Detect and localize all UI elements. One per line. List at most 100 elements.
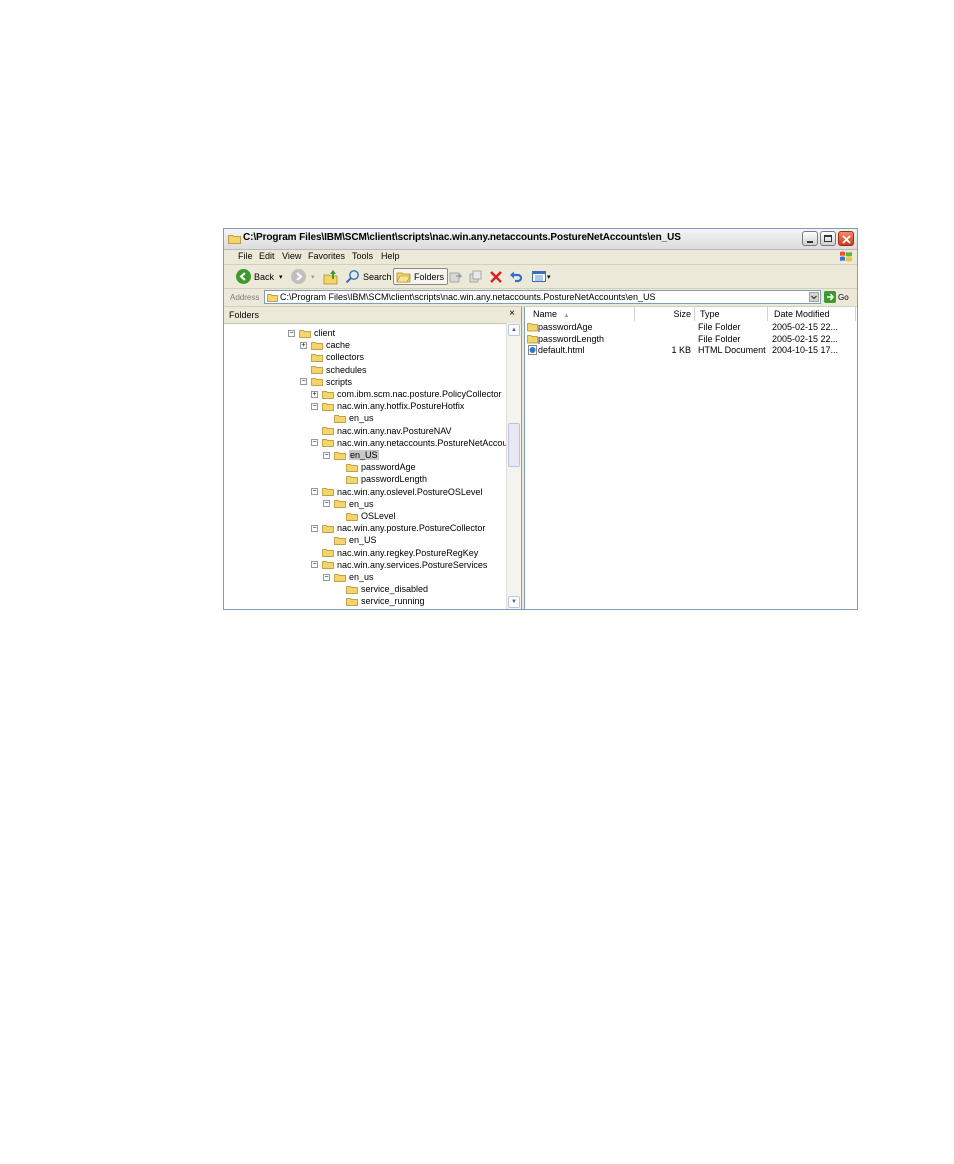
tree-item-label: client [314,328,336,338]
tree-item[interactable]: OSLevel [335,510,396,522]
tree-item[interactable]: passwordLength [335,473,427,485]
menu-file[interactable]: File [238,251,253,261]
address-dropdown-button[interactable] [809,292,819,302]
collapse-icon[interactable]: − [311,524,318,532]
close-button[interactable] [838,231,854,246]
back-dropdown-icon[interactable]: ▾ [279,273,283,281]
tree-item[interactable]: + com.ibm.scm.nac.posture.PolicyCollector [311,388,502,400]
folder-icon [322,549,334,557]
file-row[interactable]: passwordAge File Folder 2005-02-15 22... [525,322,857,333]
file-row[interactable]: passwordLength File Folder 2005-02-15 22..… [525,334,857,345]
tree-item[interactable]: − nac.win.any.services.PostureServices [311,559,487,571]
tree-item-label: en_us [349,413,374,424]
address-input[interactable]: C:\Program Files\IBM\SCM\client\scripts\… [264,290,821,304]
tree-item[interactable]: collectors [300,351,364,363]
expand-icon[interactable]: + [300,341,307,349]
undo-button[interactable] [509,268,523,285]
tree-item[interactable]: service_disabled [335,583,428,595]
tree-item[interactable]: − nac.win.any.hotfix.PostureHotfix [311,400,464,412]
folder-icon [527,334,538,343]
minimize-button[interactable] [802,231,818,246]
file-name: default.html [538,345,585,355]
tree-item[interactable]: − en_us [323,571,374,583]
folder-icon [322,524,334,533]
tree-item[interactable]: en_US [323,534,377,546]
tree-item-label: nac.win.any.nav.PostureNAV [337,425,452,436]
back-button[interactable]: Back ▾ [236,268,283,285]
maximize-icon [824,235,832,242]
tree-item[interactable]: − en_us [323,498,374,510]
collapse-icon[interactable]: − [311,561,318,569]
tree-item-label: nac.win.any.regkey.PostureRegKey [337,547,479,558]
up-folder-button[interactable] [323,268,339,285]
menu-tools[interactable]: Tools [352,251,373,261]
folder-icon [527,323,538,332]
maximize-button[interactable] [820,231,836,246]
go-button[interactable]: Go [824,291,849,303]
tree-item[interactable]: − en_US [323,449,379,461]
tree-item[interactable]: − scripts [300,376,352,388]
close-icon [842,235,851,244]
menu-bar: File Edit View Favorites Tools Help [224,249,857,265]
tree-item[interactable]: service_running [335,595,425,607]
menu-edit[interactable]: Edit [259,251,275,261]
tree-item[interactable]: − nac.win.any.oslevel.PostureOSLevel [311,486,482,498]
tree-item[interactable]: − nac.win.any.netaccounts.PostureNetAccou… [311,437,519,449]
tree-item[interactable]: + cache [300,339,350,351]
title-bar[interactable]: C:\Program Files\IBM\SCM\client\scripts\… [224,229,857,250]
tree-item[interactable]: − client [288,327,335,339]
folder-icon [346,512,358,521]
forward-dropdown-icon[interactable]: ▾ [311,273,315,281]
collapse-icon[interactable]: − [311,402,318,410]
tree-item-label: OSLevel [361,511,396,521]
scroll-thumb[interactable] [508,423,520,467]
sort-ascending-icon: ▲ [563,313,570,319]
collapse-icon[interactable]: − [311,488,318,496]
copy-to-button[interactable] [469,268,483,285]
tree-item[interactable]: passwordAge [335,461,416,473]
search-button[interactable]: Search [345,268,392,285]
tree-item[interactable]: nac.win.any.regkey.PostureRegKey [311,547,478,559]
forward-button[interactable]: ▾ [291,268,315,285]
collapse-icon[interactable]: − [288,329,295,337]
file-type: File Folder [698,322,741,332]
collapse-icon[interactable]: − [323,500,330,508]
column-name-label: Name [533,309,558,319]
menu-favorites[interactable]: Favorites [308,251,345,261]
menu-view[interactable]: View [282,251,301,261]
tree-item-label: com.ibm.scm.nac.posture.PolicyCollector [337,389,502,399]
tree-item[interactable]: nac.win.any.nav.PostureNAV [311,425,452,437]
folder-icon [311,341,323,350]
file-date-modified: 2005-02-15 22... [772,333,839,344]
collapse-icon[interactable]: − [323,451,330,459]
file-date-modified: 2004-10-15 17... [772,345,839,355]
move-to-icon [449,272,463,282]
tree-item[interactable]: schedules [300,364,367,376]
folders-button[interactable]: Folders [393,268,449,285]
column-header-name[interactable]: Name ▲ [525,307,635,321]
tree-item[interactable]: en_us [323,412,374,424]
tree-item-label: scripts [326,376,353,387]
delete-button[interactable] [489,268,503,285]
folders-pane-close-icon[interactable]: × [509,308,515,319]
move-to-button[interactable] [449,268,463,285]
scroll-up-button[interactable]: ▲ [508,324,520,336]
views-button[interactable]: ▾ [532,268,551,285]
collapse-icon[interactable]: − [311,439,318,447]
column-header-type[interactable]: Type [695,307,768,321]
expand-icon[interactable]: + [311,390,318,398]
file-row[interactable]: default.html 1 KB HTML Document 2004-10-15 … [525,345,857,356]
folders-scrollbar[interactable]: ▲ ▼ [506,323,521,609]
tree-item-label: en_us [349,498,374,509]
folder-icon [346,598,358,606]
menu-help[interactable]: Help [381,251,400,261]
file-type: HTML Document [698,345,766,355]
column-header-date-modified[interactable]: Date Modified [768,307,856,321]
tree-item-label: en_US [349,450,379,460]
column-header-size[interactable]: Size [635,307,695,321]
collapse-icon[interactable]: − [300,378,307,386]
scroll-down-button[interactable]: ▼ [508,596,520,608]
views-dropdown-icon: ▾ [547,273,551,281]
tree-item[interactable]: − nac.win.any.posture.PostureCollector [311,522,485,534]
collapse-icon[interactable]: − [323,573,330,581]
